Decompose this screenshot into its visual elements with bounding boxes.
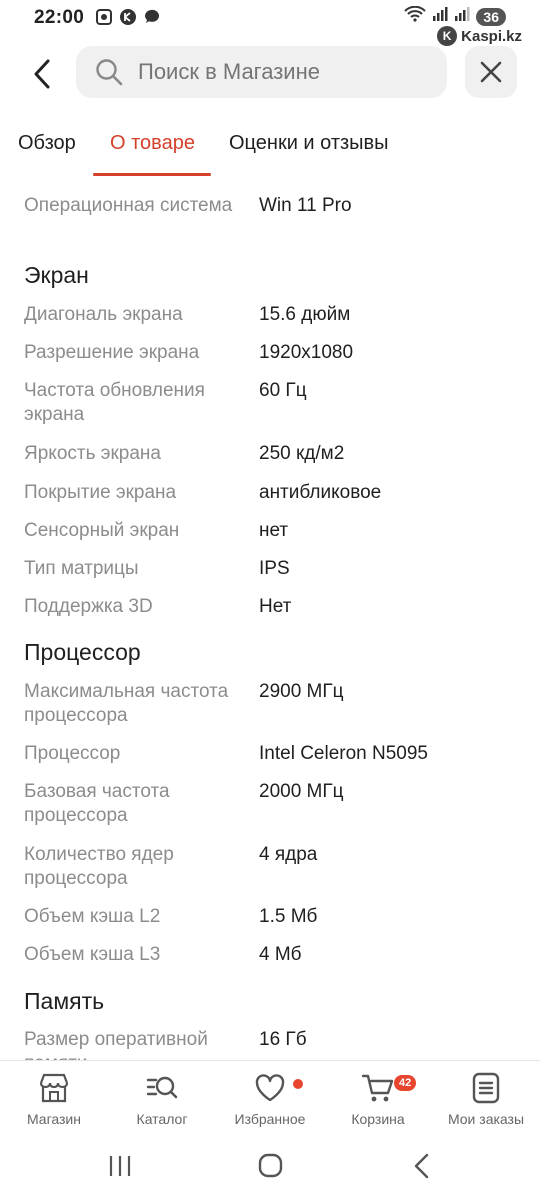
tab-bar: Обзор О товаре Оценки и отзывы <box>0 124 540 178</box>
nav-item-orders[interactable]: Мои заказы <box>432 1071 540 1127</box>
status-time: 22:00 <box>34 7 85 28</box>
spec-label: Операционная система <box>24 195 233 216</box>
spec-label: Объем кэша L3 <box>24 944 161 965</box>
spec-value: 4 Мб <box>259 944 302 965</box>
spec-value: 250 кд/м2 <box>259 443 345 464</box>
search-icon <box>96 59 123 86</box>
favorites-badge-dot <box>293 1079 303 1089</box>
notification-icons <box>95 8 161 26</box>
section-title-screen: Экран <box>24 262 89 288</box>
spec-value: Нет <box>259 596 292 617</box>
spec-value: IPS <box>259 558 290 579</box>
chevron-left-icon <box>34 59 50 89</box>
spec-value: 2900 МГц <box>259 681 344 702</box>
battery-indicator: 36 <box>476 7 506 26</box>
nav-label: Мои заказы <box>447 1111 525 1127</box>
wifi-icon <box>404 5 427 27</box>
catalog-search-icon <box>146 1076 178 1099</box>
close-icon <box>480 61 502 83</box>
spec-label: Тип матрицы <box>24 558 139 579</box>
spec-label: Сенсорный экран <box>24 520 180 541</box>
spec-value: нет <box>259 520 289 541</box>
tab-overview[interactable]: Обзор <box>18 132 76 155</box>
tab-reviews[interactable]: Оценки и отзывы <box>229 132 389 155</box>
spec-value: 1.5 Мб <box>259 906 318 927</box>
spec-value: 2000 МГц <box>259 781 344 802</box>
header <box>0 44 540 102</box>
spec-value: 60 Гц <box>259 380 307 401</box>
status-bar: 22:00 36 K Kaspi.kz <box>0 0 540 46</box>
kaspi-logo-icon: K <box>437 26 458 46</box>
spec-label: Разрешение экрана <box>24 342 200 363</box>
signal-icon-2 <box>454 6 470 27</box>
heart-icon <box>255 1074 285 1102</box>
nav-item-catalog[interactable]: Каталог <box>108 1071 216 1127</box>
home-icon[interactable] <box>258 1153 283 1178</box>
nav-label: Каталог <box>136 1111 188 1127</box>
nav-label: Магазин <box>26 1111 81 1127</box>
spec-value: Win 11 Pro <box>259 195 352 216</box>
spec-value: 4 ядра <box>259 844 318 865</box>
bottom-nav: Магазин Каталог Избранное Корзина 42 Мои… <box>0 1060 540 1140</box>
spec-label: Размер оперативной памяти <box>24 1029 208 1060</box>
nav-item-store[interactable]: Магазин <box>0 1071 108 1127</box>
cart-icon <box>361 1074 394 1102</box>
nav-item-favorites[interactable]: Избранное <box>216 1071 324 1127</box>
section-title-processor: Процессор <box>24 639 141 665</box>
watermark-text: Kaspi.kz <box>461 27 522 45</box>
watermark: K Kaspi.kz <box>437 26 522 46</box>
system-nav-bar <box>0 1140 540 1200</box>
spec-label: Процессор <box>24 743 121 764</box>
spec-label: Объем кэша L2 <box>24 906 161 927</box>
tab-about-product[interactable]: О товаре <box>110 132 195 155</box>
recent-apps-icon[interactable] <box>108 1154 132 1178</box>
spec-label: Частота обновления экрана <box>24 380 205 425</box>
search-input[interactable] <box>138 59 418 85</box>
spec-value: Intel Celeron N5095 <box>259 743 428 764</box>
close-button[interactable] <box>465 46 517 98</box>
store-icon <box>39 1073 69 1103</box>
spec-label: Яркость экрана <box>24 443 161 464</box>
cart-badge-count: 42 <box>394 1075 417 1091</box>
back-button[interactable] <box>22 54 62 94</box>
spec-label: Максимальная частота процессора <box>24 681 229 726</box>
spec-label: Базовая частота процессора <box>24 781 170 826</box>
search-box[interactable] <box>76 46 447 98</box>
nav-item-cart[interactable]: Корзина 42 <box>324 1071 432 1127</box>
spec-value: 15.6 дюйм <box>259 304 351 325</box>
signal-icon <box>432 6 448 27</box>
spec-label: Количество ядер процессора <box>24 844 174 889</box>
spec-value: 16 Гб <box>259 1029 307 1050</box>
app-notification-icon <box>119 8 137 26</box>
spec-label: Диагональ экрана <box>24 304 183 325</box>
active-tab-indicator <box>93 173 211 176</box>
section-title-memory: Память <box>24 988 105 1014</box>
screenshot-icon <box>95 8 113 26</box>
back-nav-icon[interactable] <box>412 1152 432 1180</box>
spec-label: Покрытие экрана <box>24 482 177 503</box>
specs-content[interactable]: Операционная система Win 11 Pro Экран Ди… <box>0 178 540 1060</box>
status-right: 36 <box>404 5 506 27</box>
spec-value: 1920x1080 <box>259 342 354 363</box>
spec-value: антибликовое <box>259 482 382 503</box>
spec-label: Поддержка 3D <box>24 596 153 617</box>
orders-icon <box>472 1072 500 1104</box>
chat-notification-icon <box>143 8 161 26</box>
nav-label: Избранное <box>234 1111 306 1127</box>
nav-label: Корзина <box>351 1111 405 1127</box>
